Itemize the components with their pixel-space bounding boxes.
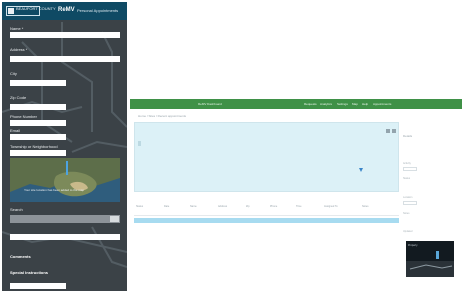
side-item-notes: Notes [403, 212, 410, 215]
search-label: Search [10, 207, 23, 212]
th-status[interactable]: Status [136, 205, 143, 208]
side-item-activity: Activity [403, 162, 411, 165]
th-phone[interactable]: Phone [270, 205, 277, 208]
table-header: Status Date Name Address Zip Phone Time … [134, 202, 399, 216]
phone-field[interactable] [10, 120, 66, 126]
th-name[interactable]: Name [190, 205, 197, 208]
instructions-field[interactable] [10, 283, 66, 289]
side-item-updated: Updated [403, 230, 413, 233]
property-thumbnail[interactable]: Property [406, 241, 454, 277]
mobile-header: BEAUFORT COUNTY ReMV Personal Appointmen… [2, 2, 127, 20]
zip-label: Zip Code [10, 95, 27, 100]
map-pin-icon[interactable] [66, 161, 68, 175]
map-marker-icon[interactable] [359, 168, 363, 172]
township-label: Township or Neighborhood [10, 144, 58, 149]
side-field-activity[interactable] [403, 167, 417, 171]
city-label: City [10, 71, 17, 76]
th-address[interactable]: Address [218, 205, 227, 208]
nav-item-map[interactable]: Map [352, 102, 358, 106]
zip-field[interactable] [10, 104, 66, 110]
instructions-label: Special Instructions [10, 270, 49, 275]
th-date[interactable]: Date [164, 205, 169, 208]
map-caption: Your site location has been added to the… [24, 188, 85, 192]
thumbnail-image [406, 251, 454, 277]
th-notes[interactable]: Notes [362, 205, 369, 208]
phone-label: Phone Number [10, 114, 37, 119]
logo-text: BEAUFORT COUNTY [16, 6, 56, 11]
side-item-location: Location [403, 196, 413, 199]
nav-item-settings[interactable]: Settings [337, 102, 348, 106]
name-label: Name * [10, 26, 24, 31]
map-layers-icon[interactable] [386, 129, 390, 133]
nav-item-help[interactable]: Help [362, 102, 368, 106]
th-assigned[interactable]: Assigned To [324, 205, 338, 208]
th-zip[interactable]: Zip [246, 205, 249, 208]
location-map[interactable] [10, 158, 120, 202]
nav-item-analytics[interactable]: Analytics [320, 102, 332, 106]
breadcrumb[interactable]: Home / Sites / Recent appointments [138, 114, 186, 118]
address-label: Address * [10, 47, 28, 52]
search-input[interactable] [10, 215, 120, 223]
email-field[interactable] [10, 134, 66, 140]
desktop-dashboard: ReMV Dashboard Requests Analytics Settin… [130, 99, 462, 289]
top-navbar: ReMV Dashboard Requests Analytics Settin… [130, 99, 462, 109]
app-title: ReMV [58, 7, 75, 13]
name-field[interactable] [10, 32, 120, 38]
side-item-status: Status [403, 177, 411, 180]
zoom-control[interactable] [138, 141, 141, 146]
nav-item-requests[interactable]: Requests [304, 102, 317, 106]
email-label: Email [10, 128, 21, 133]
mobile-form-screen: BEAUFORT COUNTY ReMV Personal Appointmen… [2, 2, 127, 291]
brand-title[interactable]: ReMV Dashboard [198, 102, 222, 106]
nav-item-appointments[interactable]: Appointments [373, 102, 391, 106]
thumbnail-pin-icon [436, 251, 439, 259]
side-field-location[interactable] [403, 201, 417, 205]
app-subtitle: Personal Appointments [77, 8, 119, 13]
comments-label: Comments [10, 254, 31, 259]
table-row[interactable] [134, 218, 399, 223]
extra-field[interactable] [10, 234, 120, 240]
map-fullscreen-icon[interactable] [392, 129, 396, 133]
screenshot-root: BEAUFORT COUNTY ReMV Personal Appointmen… [0, 0, 464, 293]
search-button[interactable] [110, 216, 119, 222]
seal-icon [8, 8, 14, 14]
address-field[interactable] [10, 56, 120, 62]
dashboard-map[interactable] [134, 122, 399, 192]
township-field[interactable] [10, 150, 66, 156]
city-field[interactable] [10, 80, 66, 86]
side-panel-title: Details [403, 134, 413, 138]
th-time[interactable]: Time [296, 205, 301, 208]
county-logo[interactable]: BEAUFORT COUNTY [6, 6, 56, 16]
